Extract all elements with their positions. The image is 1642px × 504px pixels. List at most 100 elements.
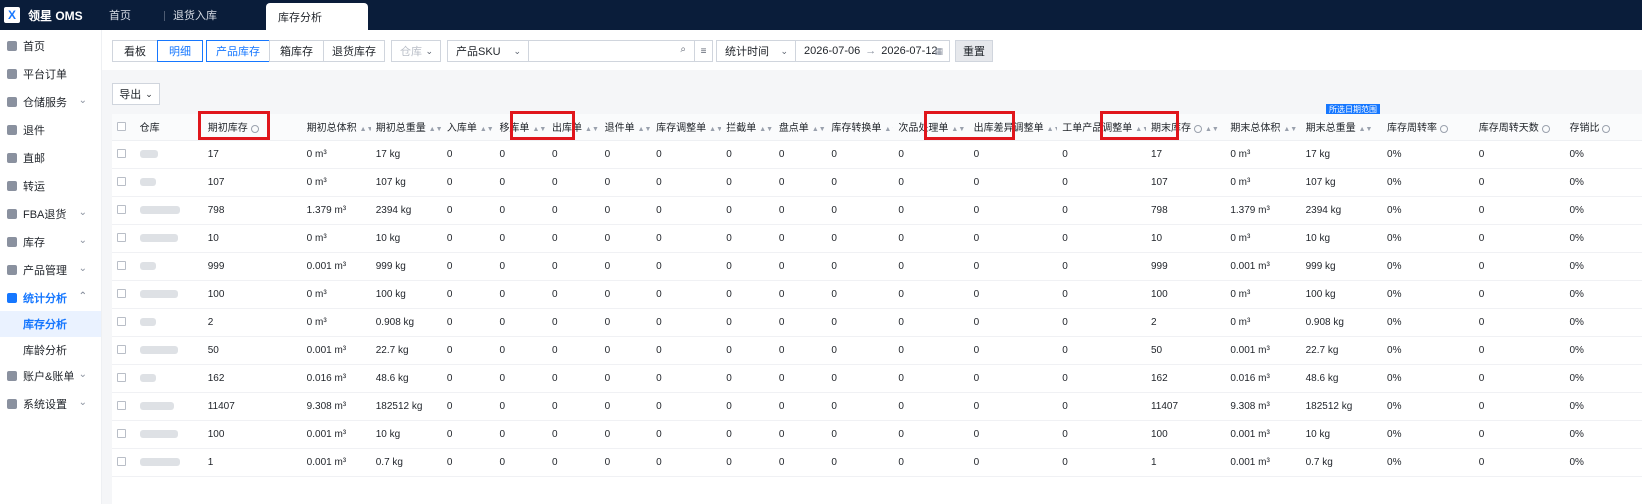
table-row[interactable]: 100 0.001 m³ 10 kg 0 0 0 0 0 0 0 0 0 0 0 100 0.001 m³ 10… [112,420,1642,449]
table-row[interactable]: 999 0.001 m³ 999 kg 0 0 0 0 0 0 0 0 0 0 0 999 0.001 m³ 9… [112,252,1642,281]
checkbox-icon[interactable] [117,429,126,439]
sidebar-item-warehouse-service[interactable]: 仓储服务 ⌄ [0,88,101,116]
row-checkbox[interactable] [112,392,135,421]
checkbox-icon[interactable] [117,317,126,327]
info-icon[interactable] [1602,124,1611,133]
sku-search-input[interactable]: ⌕ ≡ [528,40,713,62]
sidebar-item-account-billing[interactable]: 账户&账单 ⌄ [0,362,101,390]
sort-icon[interactable]: ▲▼ [1359,126,1373,133]
sidebar-subitem-inventory-analysis[interactable]: 库存分析 [0,311,101,337]
warehouse-select[interactable]: 仓库 ⌄ [391,40,441,62]
row-checkbox[interactable] [112,420,135,449]
product-stock-button[interactable]: 产品库存 [206,40,270,62]
sidebar-item-system-settings[interactable]: 系统设置 ⌄ [0,390,101,418]
tab-home[interactable]: 首页 [109,0,131,30]
sort-icon[interactable]: ▲▼ [480,126,494,133]
sort-icon[interactable]: ▲▼ [360,126,371,133]
sidebar-item-direct-mail[interactable]: 直邮 [0,144,101,172]
sidebar-item-statistics[interactable]: 统计分析 ⌃ [0,284,101,312]
col-closing-volume[interactable]: 期末总体积 ▲▼ [1225,114,1301,141]
reset-button[interactable]: 重置 [955,40,993,62]
sku-type-select[interactable]: 产品SKU ⌄ [447,40,529,62]
sidebar-subitem-stock-age-analysis[interactable]: 库龄分析 [0,337,101,363]
row-checkbox[interactable] [112,336,135,365]
row-checkbox[interactable] [112,364,135,393]
sidebar-item-product-management[interactable]: 产品管理 ⌄ [0,256,101,284]
search-icon[interactable]: ⌕ [680,44,686,55]
col-turnover-rate[interactable]: 库存周转率 [1382,114,1474,141]
col-stock-sales-ratio[interactable]: 存销比 [1564,114,1642,141]
col-closing-weight[interactable]: 期末总重量 ▲▼ [1300,114,1383,141]
col-stock-conversion[interactable]: 库存转换单▲▼ [826,114,894,141]
checkbox-icon[interactable] [117,345,126,355]
sidebar-item-inventory[interactable]: 库存 ⌄ [0,228,101,256]
sort-icon[interactable]: ▲▼ [429,126,442,133]
table-row[interactable]: 11407 9.308 m³ 182512 kg 0 0 0 0 0 0 0 0 0 0 0 11407 9.… [112,392,1642,421]
sidebar-item-platform-orders[interactable]: 平台订单 [0,60,101,88]
row-checkbox[interactable] [112,308,135,337]
batch-input-icon[interactable]: ≡ [694,41,712,61]
sort-icon[interactable]: ▲▼ [638,126,652,133]
col-intercept[interactable]: 拦截单 ▲▼ [721,114,774,141]
checkbox-icon[interactable] [117,177,126,187]
date-start[interactable]: 2026-07-06 [804,45,860,57]
sort-icon[interactable]: ▲▼ [884,126,893,133]
sort-icon[interactable]: ▲▼ [585,126,599,133]
col-opening-weight[interactable]: 期初总重量 ▲▼ [370,114,442,141]
table-row[interactable]: 17 0 m³ 17 kg 0 0 0 0 0 0 0 0 0 0 0 17 0 m³ 17 kg 0% 0 0% [112,140,1642,169]
checkbox-icon[interactable] [117,205,126,215]
row-checkbox[interactable] [112,280,135,309]
table-row[interactable]: 107 0 m³ 107 kg 0 0 0 0 0 0 0 0 0 0 0 107 0 m³ 107 kg 0% 0… [112,168,1642,197]
table-row[interactable]: 20 m³ 0.908 kg 0 0 0 0 0 0 0 0 0 0 0 2 0 m³ 0.908 kg 0% 0… [112,308,1642,337]
sidebar-item-transfer[interactable]: 转运 [0,172,101,200]
checkbox-icon[interactable] [117,122,126,132]
detail-view-button[interactable]: 明细 [157,40,203,62]
sort-icon[interactable]: ▲▼ [759,126,773,133]
checkbox-icon[interactable] [117,261,126,271]
row-checkbox[interactable] [112,448,135,477]
checkbox-icon[interactable] [117,233,126,243]
table-row[interactable]: 50 0.001 m³ 22.7 kg 0 0 0 0 0 0 0 0 0 0 0 50 0.001 m³ 22… [112,336,1642,365]
app-logo[interactable]: X 领星 OMS [0,0,100,30]
info-icon[interactable] [1541,124,1550,133]
checkbox-icon[interactable] [117,149,126,159]
date-end[interactable]: 2026-07-12 [881,45,937,57]
sidebar-item-home[interactable]: 首页 [0,32,101,60]
col-stock-adjustment[interactable]: 库存调整单 ▲▼ [651,114,722,141]
row-checkbox[interactable] [112,196,135,225]
col-stocktake[interactable]: 盘点单 ▲▼ [773,114,827,141]
row-checkbox[interactable] [112,252,135,281]
sidebar-item-fba-returns[interactable]: FBA退货 ⌄ [0,200,101,228]
sort-icon[interactable]: ▲▼ [1047,126,1058,133]
sidebar-item-returns[interactable]: 退件 [0,116,101,144]
col-inbound[interactable]: 入库单 ▲▼ [441,114,495,141]
return-stock-button[interactable]: 退货库存 [323,40,385,62]
box-stock-button[interactable]: 箱库存 [269,40,324,62]
table-row[interactable]: 798 1.379 m³ 2394 kg 0 0 0 0 0 0 0 0 0 0 0 798 1.379 m³… [112,196,1642,225]
sort-icon[interactable]: ▲▼ [1205,126,1219,133]
sort-icon[interactable]: ▲▼ [709,126,721,133]
sort-icon[interactable]: ▲▼ [1283,126,1297,133]
table-row[interactable]: 1 0.001 m³ 0.7 kg 0 0 0 0 0 0 0 0 0 0 0 1 0.001 m³ 0.7 k… [112,448,1642,477]
checkbox-icon[interactable] [117,457,126,467]
sort-icon[interactable]: ▲▼ [812,126,826,133]
row-checkbox[interactable] [112,224,135,253]
col-opening-volume[interactable]: 期初总体积 ▲▼ [301,114,371,141]
table-row[interactable]: 10 0 m³ 10 kg 0 0 0 0 0 0 0 0 0 0 0 10 0 m³ 10 kg 0% 0 0% [112,224,1642,253]
dashboard-view-button[interactable]: 看板 [112,40,158,62]
date-range-picker[interactable]: 2026-07-06 → 2026-07-12 ▦ [795,40,950,62]
row-checkbox[interactable] [112,140,135,169]
table-row[interactable]: 100 0 m³ 100 kg 0 0 0 0 0 0 0 0 0 0 0 100 0 m³ 100 kg 0% 0… [112,280,1642,309]
export-button[interactable]: 导出 ⌄ [112,83,160,105]
row-checkbox[interactable] [112,168,135,197]
checkbox-icon[interactable] [117,373,126,383]
info-icon[interactable] [1440,124,1449,133]
checkbox-icon[interactable] [117,289,126,299]
select-all-checkbox[interactable] [112,114,135,141]
col-returns[interactable]: 退件单 ▲▼ [599,114,652,141]
info-icon[interactable] [1193,124,1202,133]
col-turnover-days[interactable]: 库存周转天数 [1473,114,1565,141]
table-row[interactable]: 162 0.016 m³ 48.6 kg 0 0 0 0 0 0 0 0 0 0 0 162 0.016 m³… [112,364,1642,393]
time-type-select[interactable]: 统计时间 ⌄ [716,40,796,62]
tab-inventory-analysis[interactable]: 库存分析 [266,3,368,30]
